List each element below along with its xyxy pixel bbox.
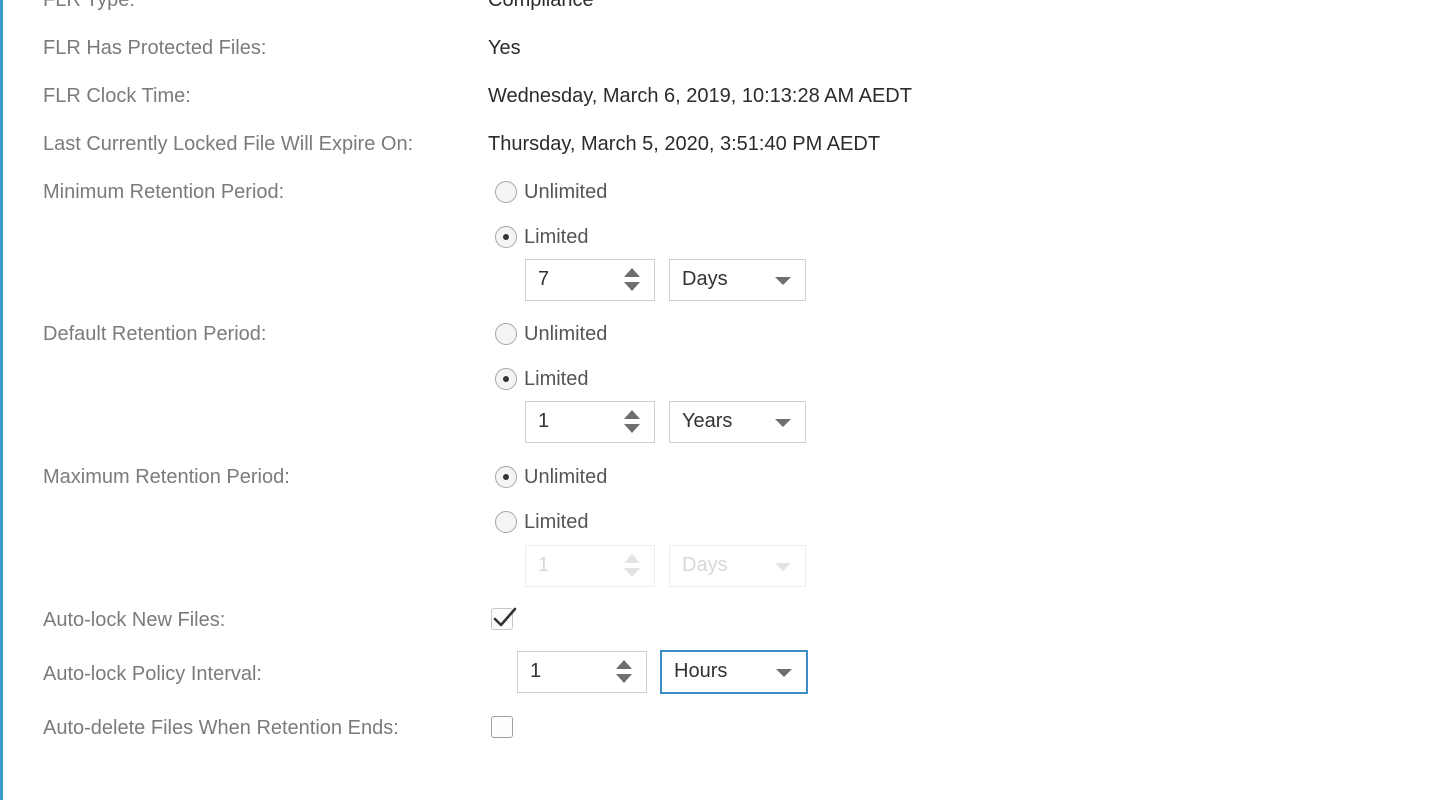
minimum-retention-limited-label: Limited	[524, 225, 589, 248]
radio-button[interactable]	[495, 466, 517, 488]
maximum-retention-unit-value: Days	[682, 554, 728, 576]
maximum-retention-amount-value: 1	[538, 554, 550, 576]
maximum-retention-unit-select: Days	[669, 545, 806, 587]
flr-protected-files-label: FLR Has Protected Files:	[43, 37, 267, 59]
auto-delete-files-checkbox[interactable]	[491, 716, 513, 738]
last-locked-expire-value: Thursday, March 5, 2020, 3:51:40 PM AEDT	[488, 133, 881, 155]
auto-lock-interval-amount-value: 1	[530, 660, 542, 682]
dropdown-caret-icon	[775, 419, 791, 427]
auto-lock-interval-unit-value: Hours	[674, 660, 728, 682]
minimum-retention-unlimited-label: Unlimited	[524, 180, 608, 203]
flr-clock-time-label: FLR Clock Time:	[43, 85, 191, 107]
default-retention-limited-label: Limited	[524, 367, 589, 390]
default-retention-amount-spinner[interactable]: 1	[525, 401, 655, 443]
flr-type-label: FLR Type:	[43, 0, 135, 11]
minimum-retention-label: Minimum Retention Period:	[43, 181, 285, 203]
minimum-retention-unit-value: Days	[682, 268, 728, 290]
radio-button[interactable]	[495, 181, 517, 203]
dropdown-caret-icon	[776, 669, 792, 677]
last-locked-expire-label: Last Currently Locked File Will Expire O…	[43, 133, 414, 155]
auto-lock-interval-amount-spinner[interactable]: 1	[517, 651, 647, 693]
dropdown-caret-icon	[775, 277, 791, 285]
minimum-retention-limited-option[interactable]: Limited	[495, 223, 588, 251]
flr-clock-time-value: Wednesday, March 6, 2019, 10:13:28 AM AE…	[488, 85, 912, 107]
default-retention-amount-value: 1	[538, 410, 550, 432]
maximum-retention-label: Maximum Retention Period:	[43, 466, 290, 488]
spinner-arrows-icon[interactable]	[624, 267, 640, 293]
minimum-retention-unlimited-option[interactable]: Unlimited	[495, 178, 607, 206]
maximum-retention-amount-spinner: 1	[525, 545, 655, 587]
default-retention-unlimited-label: Unlimited	[524, 322, 608, 345]
minimum-retention-unit-select[interactable]: Days	[669, 259, 806, 301]
maximum-retention-limited-option[interactable]: Limited	[495, 508, 588, 536]
minimum-retention-amount-spinner[interactable]: 7	[525, 259, 655, 301]
default-retention-unit-value: Years	[682, 410, 733, 432]
minimum-retention-amount-value: 7	[538, 268, 550, 290]
maximum-retention-unlimited-option[interactable]: Unlimited	[495, 463, 607, 491]
default-retention-limited-option[interactable]: Limited	[495, 365, 588, 393]
spinner-arrows-icon[interactable]	[616, 659, 632, 685]
auto-delete-files-label: Auto-delete Files When Retention Ends:	[43, 717, 399, 739]
auto-lock-interval-unit-select[interactable]: Hours	[660, 650, 808, 694]
maximum-retention-limited-label: Limited	[524, 510, 589, 533]
dropdown-caret-icon	[775, 563, 791, 571]
flr-type-value: Compliance	[488, 0, 594, 11]
radio-button[interactable]	[495, 323, 517, 345]
flr-protected-files-value: Yes	[488, 37, 521, 59]
spinner-arrows-icon	[624, 553, 640, 579]
auto-lock-new-files-checkbox[interactable]	[491, 607, 517, 630]
default-retention-unit-select[interactable]: Years	[669, 401, 806, 443]
default-retention-label: Default Retention Period:	[43, 323, 267, 345]
radio-button[interactable]	[495, 226, 517, 248]
radio-button[interactable]	[495, 511, 517, 533]
auto-lock-policy-interval-label: Auto-lock Policy Interval:	[43, 663, 262, 685]
checkmark-icon	[493, 607, 517, 627]
spinner-arrows-icon[interactable]	[624, 409, 640, 435]
radio-button[interactable]	[495, 368, 517, 390]
auto-lock-new-files-label: Auto-lock New Files:	[43, 609, 226, 631]
maximum-retention-unlimited-label: Unlimited	[524, 465, 608, 488]
default-retention-unlimited-option[interactable]: Unlimited	[495, 320, 607, 348]
dialog-frame: FLR Type: Compliance FLR Has Protected F…	[0, 0, 1429, 800]
